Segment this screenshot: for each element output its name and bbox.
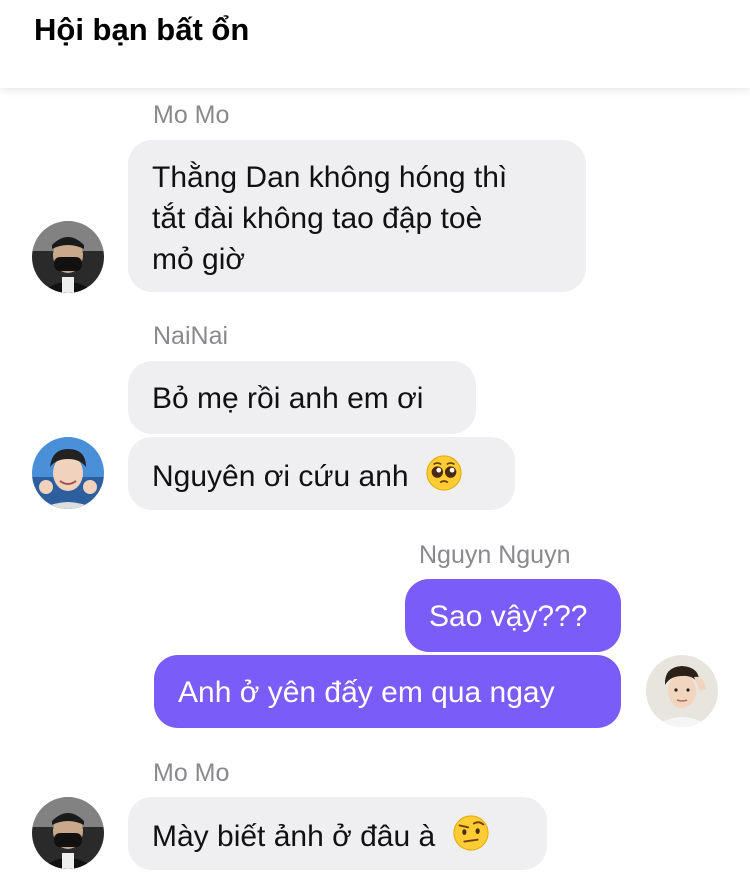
avatar-mo-mo[interactable] (32, 221, 104, 293)
sender-name: Nguyn Nguyn (419, 541, 571, 569)
sender-name: Mo Mo (153, 101, 230, 129)
message-text: Mày biết ảnh ở đâu à (152, 820, 436, 853)
pleading-face-icon (426, 455, 462, 491)
message-bubble[interactable]: Bỏ mẹ rồi anh em ơi (128, 361, 476, 434)
message-bubble[interactable]: Anh ở yên đấy em qua ngay (154, 655, 621, 728)
group-name[interactable]: Hội bạn bất ổn (34, 10, 249, 50)
raised-eyebrow-face-icon (452, 815, 489, 851)
message-line: mỏ giờ (152, 243, 246, 276)
message-bubble[interactable]: Mày biết ảnh ở đâu à (128, 797, 547, 870)
sender-name: NaiNai (153, 322, 229, 350)
message-bubble[interactable]: Thằng Dan không hóng thì tắt đài không t… (128, 140, 586, 292)
message-text: Nguyên ơi cứu anh (152, 460, 409, 493)
chat-header: Hội bạn bất ổn (0, 0, 750, 88)
message-bubble[interactable]: Nguyên ơi cứu anh (128, 437, 515, 510)
avatar-nguyn-nguyn[interactable] (646, 655, 718, 727)
message-line: tắt đài không tao đập toè (152, 202, 483, 235)
sender-name: Mo Mo (153, 759, 230, 787)
avatar-mo-mo[interactable] (32, 797, 104, 869)
message-bubble[interactable]: Sao vậy??? (405, 579, 621, 652)
message-line: Thằng Dan không hóng thì (152, 161, 508, 194)
chat-screen: Hội bạn bất ổn Mo Mo Thằng Dan không hón… (0, 0, 750, 883)
avatar-nainai[interactable] (32, 437, 104, 509)
